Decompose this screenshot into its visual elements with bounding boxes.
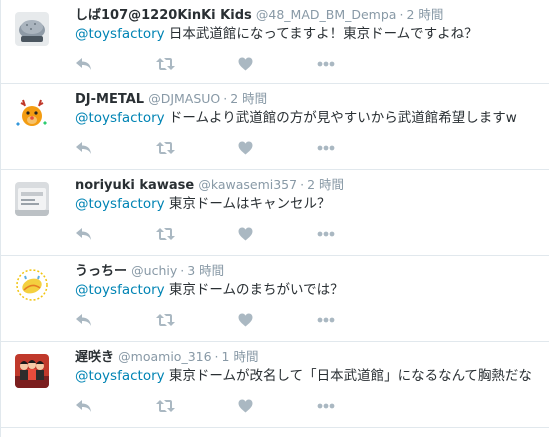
tweet-item[interactable]: DJ-METAL @DJMASUO · 2 時間 @toysfactory ドームよ… [1,84,549,170]
reply-button[interactable] [75,56,92,72]
tweet-item[interactable]: 遅咲き @moamio_316 · 1 時間 @toysfactory 東京ドームが… [1,342,549,428]
group-photo-avatar-icon [15,354,49,388]
more-button[interactable] [317,140,335,156]
retweet-button[interactable] [156,398,175,414]
reindeer-avatar-icon [15,96,49,130]
avatar[interactable] [15,12,49,46]
tweet-text-content: 日本武道館になってますよ！東京ドームですよね？ [164,26,478,42]
mention-link[interactable]: @toysfactory [75,282,165,298]
heart-icon [238,141,253,155]
tweet-actions [75,56,345,72]
separator-dot: · [300,177,305,192]
separator-dot: · [180,263,185,278]
user-handle[interactable]: @48_MAD_BM_Dempa [256,7,397,22]
device-avatar-icon [15,182,49,216]
tweet-timeline: しば107@1220KinKi Kids @48_MAD_BM_Dempa · 2 … [0,0,549,437]
cap-avatar-icon [15,12,49,46]
retweet-button[interactable] [156,140,175,156]
tweet-text: @toysfactory 東京ドームはキャンセル？ [75,194,331,214]
separator-dot: · [223,91,228,106]
timestamp[interactable]: 1 時間 [222,349,259,364]
user-handle[interactable]: @kawasemi357 [198,177,297,192]
retweet-button[interactable] [156,312,175,328]
tweet-item[interactable]: しば107@1220KinKi Kids @48_MAD_BM_Dempa · 2 … [1,0,549,84]
timestamp[interactable]: 2 時間 [406,7,443,22]
more-dots-icon [317,231,335,237]
display-name[interactable]: うっちー [75,264,127,279]
tweet-actions [75,140,345,156]
heart-icon [238,57,253,71]
display-name[interactable]: DJ-METAL [75,92,144,107]
tweet-text-content: 東京ドームのまちがいでは？ [164,282,344,298]
more-button[interactable] [317,312,335,328]
tweet-item[interactable]: noriyuki kawase @kawasemi357 · 2 時間 @toysf… [1,170,549,256]
more-dots-icon [317,317,335,323]
more-dots-icon [317,61,335,67]
avatar[interactable] [15,354,49,388]
timestamp[interactable]: 3 時間 [187,263,224,278]
lemon-avatar-icon [15,268,49,302]
reply-button[interactable] [75,398,92,414]
display-name[interactable]: 遅咲き [75,350,114,365]
user-handle[interactable]: @uchiy [131,263,177,278]
tweet-text: @toysfactory 東京ドームのまちがいでは？ [75,280,344,300]
more-button[interactable] [317,56,335,72]
reply-icon [76,400,91,412]
tweet-text-content: 東京ドームが改名して「日本武道館」になるなんて胸熱だな [164,368,532,384]
like-button[interactable] [238,398,253,414]
tweet-actions [75,312,345,328]
reply-icon [76,58,91,70]
retweet-icon [156,314,175,326]
mention-link[interactable]: @toysfactory [75,26,165,42]
tweet-text: @toysfactory 東京ドームが改名して「日本武道館」になるなんて胸熱だな [75,366,532,386]
tweet-text: @toysfactory 日本武道館になってますよ！東京ドームですよね？ [75,24,478,44]
more-button[interactable] [317,398,335,414]
tweet-actions [75,398,345,414]
avatar[interactable] [15,96,49,130]
retweet-button[interactable] [156,56,175,72]
like-button[interactable] [238,312,253,328]
tweet-item[interactable]: うっちー @uchiy · 3 時間 @toysfactory 東京ドームのまちがい… [1,256,549,342]
reply-icon [76,142,91,154]
avatar[interactable] [15,268,49,302]
tweet-text-content: 東京ドームはキャンセル？ [164,196,331,212]
more-dots-icon [317,403,335,409]
heart-icon [238,313,253,327]
timestamp[interactable]: 2 時間 [230,91,267,106]
mention-link[interactable]: @toysfactory [75,368,165,384]
avatar[interactable] [15,182,49,216]
mention-link[interactable]: @toysfactory [75,196,165,212]
tweet-actions [75,226,345,242]
retweet-icon [156,228,175,240]
like-button[interactable] [238,226,253,242]
tweet-text: @toysfactory ドームより武道館の方が見やすいから武道館希望しますw [75,108,517,128]
tweet-text-content: ドームより武道館の方が見やすいから武道館希望しますw [164,110,517,126]
heart-icon [238,399,253,413]
timestamp[interactable]: 2 時間 [307,177,344,192]
display-name[interactable]: しば107@1220KinKi Kids [75,8,252,23]
separator-dot: · [214,349,219,364]
like-button[interactable] [238,56,253,72]
reply-button[interactable] [75,140,92,156]
user-handle[interactable]: @moamio_316 [118,349,211,364]
retweet-icon [156,142,175,154]
reply-icon [76,314,91,326]
like-button[interactable] [238,140,253,156]
reply-button[interactable] [75,312,92,328]
user-handle[interactable]: @DJMASUO [148,91,220,106]
retweet-icon [156,58,175,70]
separator-dot: · [399,7,404,22]
heart-icon [238,227,253,241]
reply-button[interactable] [75,226,92,242]
more-dots-icon [317,145,335,151]
reply-icon [76,228,91,240]
display-name[interactable]: noriyuki kawase [75,178,194,193]
more-button[interactable] [317,226,335,242]
mention-link[interactable]: @toysfactory [75,110,165,126]
retweet-button[interactable] [156,226,175,242]
retweet-icon [156,400,175,412]
